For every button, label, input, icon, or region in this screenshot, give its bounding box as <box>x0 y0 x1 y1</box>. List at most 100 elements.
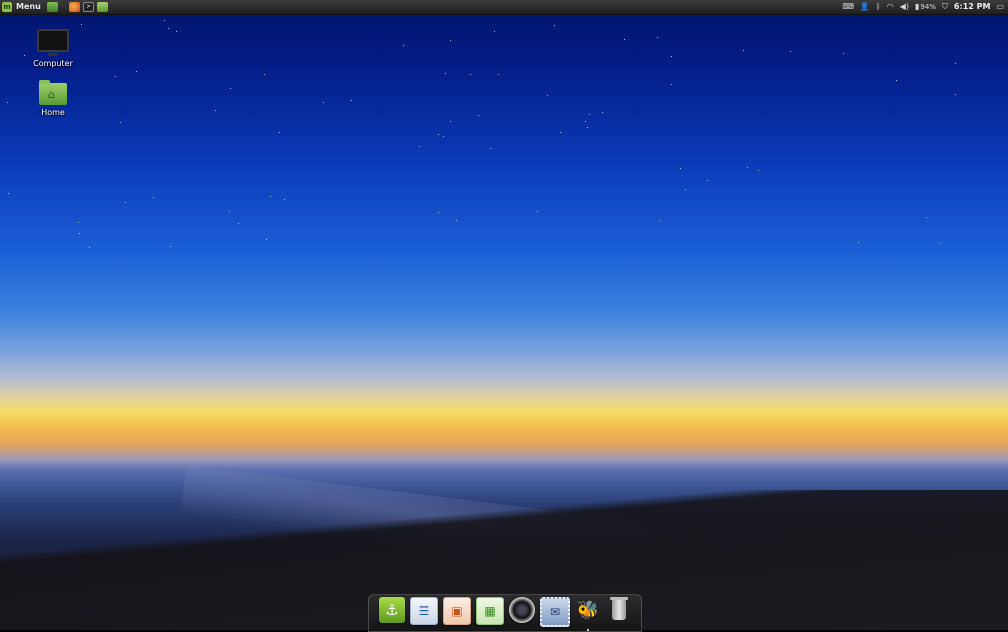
star <box>215 110 216 111</box>
star <box>547 95 548 96</box>
star <box>450 121 451 122</box>
star <box>602 112 603 113</box>
star <box>494 31 495 32</box>
star <box>560 132 561 133</box>
mint-logo-icon: m <box>2 2 12 12</box>
star <box>445 73 446 74</box>
star <box>657 37 658 38</box>
star <box>443 136 444 137</box>
star <box>790 51 791 52</box>
star <box>498 74 499 75</box>
dock-item-writer[interactable]: ☰ <box>410 597 438 627</box>
star <box>896 80 897 81</box>
camera-lens-icon <box>509 597 535 623</box>
files-icon[interactable] <box>97 2 108 12</box>
dock-item-bee[interactable]: 🐝 <box>575 597 601 631</box>
menu-button[interactable]: m Menu <box>2 1 41 13</box>
star <box>176 31 177 32</box>
star <box>284 199 285 200</box>
dock-item-impress[interactable]: ▣ <box>443 597 471 627</box>
star <box>470 74 471 75</box>
star <box>537 211 538 212</box>
star <box>89 247 90 248</box>
star <box>7 102 8 103</box>
keyboard-icon[interactable]: ⌨ <box>842 0 854 14</box>
star <box>164 20 165 21</box>
star <box>685 189 686 190</box>
star <box>450 40 451 41</box>
star <box>115 76 116 77</box>
star <box>238 223 239 224</box>
anchor-app-icon: ⚓ <box>379 597 405 623</box>
desktop-icon-computer[interactable]: Computer <box>23 29 83 68</box>
panel-launchers: > <box>47 2 108 12</box>
dock-item-anchor[interactable]: ⚓ <box>379 597 405 627</box>
bee-app-icon: 🐝 <box>576 599 600 621</box>
star <box>554 25 555 26</box>
star <box>279 132 280 133</box>
running-indicator <box>587 629 589 631</box>
star <box>125 202 126 203</box>
firefox-icon[interactable] <box>69 2 80 12</box>
star <box>438 212 439 213</box>
terminal-icon[interactable]: > <box>83 2 94 12</box>
star <box>120 122 121 123</box>
clock[interactable]: 6:12 PM <box>954 0 991 14</box>
star <box>229 211 230 212</box>
star <box>858 242 859 243</box>
calc-icon: ▦ <box>476 597 504 625</box>
star <box>707 180 708 181</box>
star <box>585 121 586 122</box>
star <box>351 100 352 101</box>
star <box>456 220 457 221</box>
star <box>419 146 420 147</box>
dock-item-calc[interactable]: ▦ <box>476 597 504 627</box>
star <box>758 170 759 171</box>
star <box>926 217 927 218</box>
dock-item-trash[interactable] <box>606 597 632 627</box>
mail-stamp-icon: ✉ <box>540 597 570 627</box>
bluetooth-icon[interactable]: ᛒ <box>876 0 881 14</box>
shield-icon[interactable]: ⛉ <box>942 0 948 14</box>
battery-icon: ▮ <box>914 2 920 11</box>
battery-indicator[interactable]: ▮ 94% <box>915 0 936 14</box>
star <box>843 53 844 54</box>
star <box>323 102 324 103</box>
star <box>78 222 79 223</box>
computer-icon <box>37 29 69 56</box>
dock-item-mail[interactable]: ✉ <box>540 597 570 627</box>
star <box>747 167 748 168</box>
star <box>939 243 940 244</box>
star <box>589 114 590 115</box>
desktop-icon-label: Home <box>41 108 65 117</box>
star <box>403 45 404 46</box>
star <box>490 148 491 149</box>
workspace-switcher-icon[interactable]: ▭ <box>996 0 1004 14</box>
top-panel: m Menu > ⌨ 👤 ᛒ ◠ ◀) ▮ 94% ⛉ 6:12 PM ▭ <box>0 0 1008 15</box>
star <box>478 115 479 116</box>
impress-icon: ▣ <box>443 597 471 625</box>
star <box>170 246 171 247</box>
desktop-icon-label: Computer <box>33 59 73 68</box>
star <box>270 196 271 197</box>
desktop-icon-home[interactable]: ⌂ Home <box>23 80 83 117</box>
star <box>153 197 154 198</box>
writer-icon: ☰ <box>410 597 438 625</box>
star <box>264 74 265 75</box>
star <box>660 220 661 221</box>
system-tray: ⌨ 👤 ᛒ ◠ ◀) ▮ 94% ⛉ 6:12 PM ▭ <box>842 0 1004 14</box>
star <box>438 134 439 135</box>
wifi-icon[interactable]: ◠ <box>887 0 894 14</box>
show-desktop-icon[interactable] <box>47 2 58 12</box>
star <box>743 50 744 51</box>
star <box>680 168 681 169</box>
dock-item-camera[interactable] <box>509 597 535 627</box>
star <box>81 24 82 25</box>
star <box>168 28 169 29</box>
home-folder-icon: ⌂ <box>39 80 67 105</box>
battery-percent: 94% <box>920 3 936 11</box>
user-icon[interactable]: 👤 <box>860 0 870 14</box>
star <box>79 233 80 234</box>
dock-icons: ⚓ ☰ ▣ ▦ ✉ 🐝 <box>379 597 632 631</box>
volume-icon[interactable]: ◀) <box>900 0 909 14</box>
